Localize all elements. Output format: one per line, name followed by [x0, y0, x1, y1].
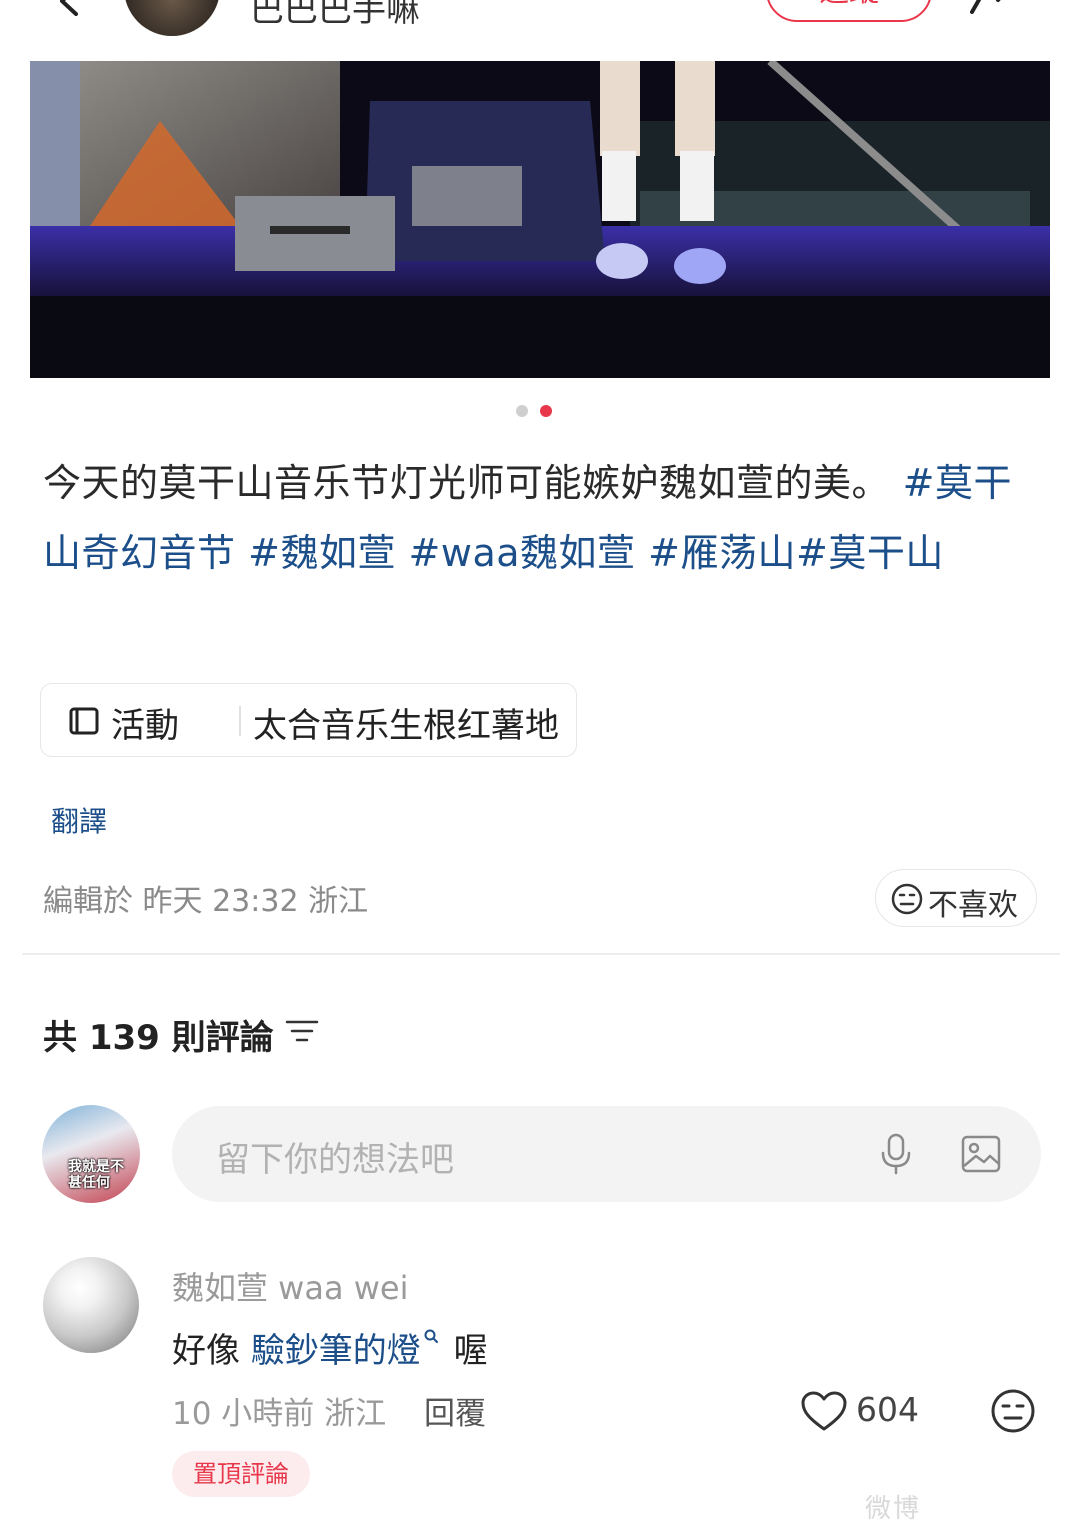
hashtag[interactable]: #魏如萱 — [248, 531, 396, 575]
search-icon — [424, 1329, 438, 1343]
comment-input-placeholder: 留下你的想法吧 — [216, 1140, 454, 1180]
pinned-comment-badge: 置頂評論 — [172, 1451, 310, 1497]
activity-label: 活動 — [111, 706, 179, 746]
comment-text-prefix: 好像 — [172, 1331, 251, 1371]
hashtag[interactable]: #莫干山 — [796, 531, 944, 575]
watermark: 微博 — [865, 1494, 922, 1524]
comment-input[interactable]: 留下你的想法吧 — [172, 1106, 1041, 1202]
caption-text: 今天的莫干山音乐节灯光师可能嫉妒魏如萱的美。 — [43, 461, 891, 505]
comment-author-name[interactable]: 魏如萱 waa wei — [172, 1263, 409, 1309]
like-count: 604 — [856, 1390, 919, 1429]
share-icon[interactable] — [968, 0, 1018, 14]
author-name[interactable]: 巴巴巴手嘛 — [250, 0, 420, 31]
back-icon[interactable] — [54, 0, 84, 16]
activity-name: 太合音乐生根红薯地 — [253, 706, 559, 746]
gallery-dot-1[interactable] — [516, 405, 528, 417]
image-icon[interactable] — [960, 1134, 1002, 1174]
comment-text: 好像 驗鈔筆的燈 喔 — [172, 1323, 488, 1372]
translate-link[interactable]: 翻譯 — [51, 800, 107, 840]
follow-button[interactable]: 追蹤 — [766, 0, 932, 22]
hashtag[interactable]: #waa魏如萱 — [409, 531, 636, 575]
my-avatar[interactable]: 我就是不甚任何 — [42, 1105, 140, 1203]
dislike-icon[interactable] — [990, 1388, 1036, 1434]
comment-meta: 10 小時前 浙江 — [172, 1396, 387, 1432]
heart-icon[interactable] — [800, 1390, 848, 1432]
sort-icon[interactable] — [284, 1016, 320, 1046]
post-photo[interactable] — [30, 61, 1050, 378]
comment-author-avatar[interactable] — [43, 1257, 139, 1353]
comment-search-link[interactable]: 驗鈔筆的燈 — [250, 1329, 443, 1371]
comment-count: 共 139 則評論 — [43, 1018, 274, 1058]
hashtag[interactable]: #雁荡山 — [648, 531, 796, 575]
activity-chip[interactable]: 活動 太合音乐生根红薯地 — [40, 683, 577, 757]
my-avatar-text: 我就是不甚任何 — [68, 1159, 124, 1191]
reply-button[interactable]: 回覆 — [424, 1388, 486, 1433]
section-divider — [22, 953, 1060, 955]
post-caption: 今天的莫干山音乐节灯光师可能嫉妒魏如萱的美。 #莫干山奇幻音节 #魏如萱 #wa… — [43, 448, 1043, 588]
comment-link-text: 驗鈔筆的燈 — [250, 1331, 421, 1371]
edit-timestamp: 編輯於 昨天 23:32 浙江 — [43, 884, 369, 919]
author-avatar[interactable] — [124, 0, 220, 36]
dislike-button[interactable]: 不喜欢 — [875, 869, 1037, 927]
dislike-icon — [891, 883, 923, 915]
comment-text-suffix: 喔 — [442, 1331, 488, 1371]
gallery-dot-2-active[interactable] — [540, 405, 552, 417]
activity-separator — [239, 706, 241, 736]
dislike-label: 不喜欢 — [928, 888, 1018, 923]
activity-icon — [69, 707, 99, 735]
mic-icon[interactable] — [876, 1132, 916, 1176]
top-bar: 巴巴巴手嘛 追蹤 — [0, 0, 1080, 56]
